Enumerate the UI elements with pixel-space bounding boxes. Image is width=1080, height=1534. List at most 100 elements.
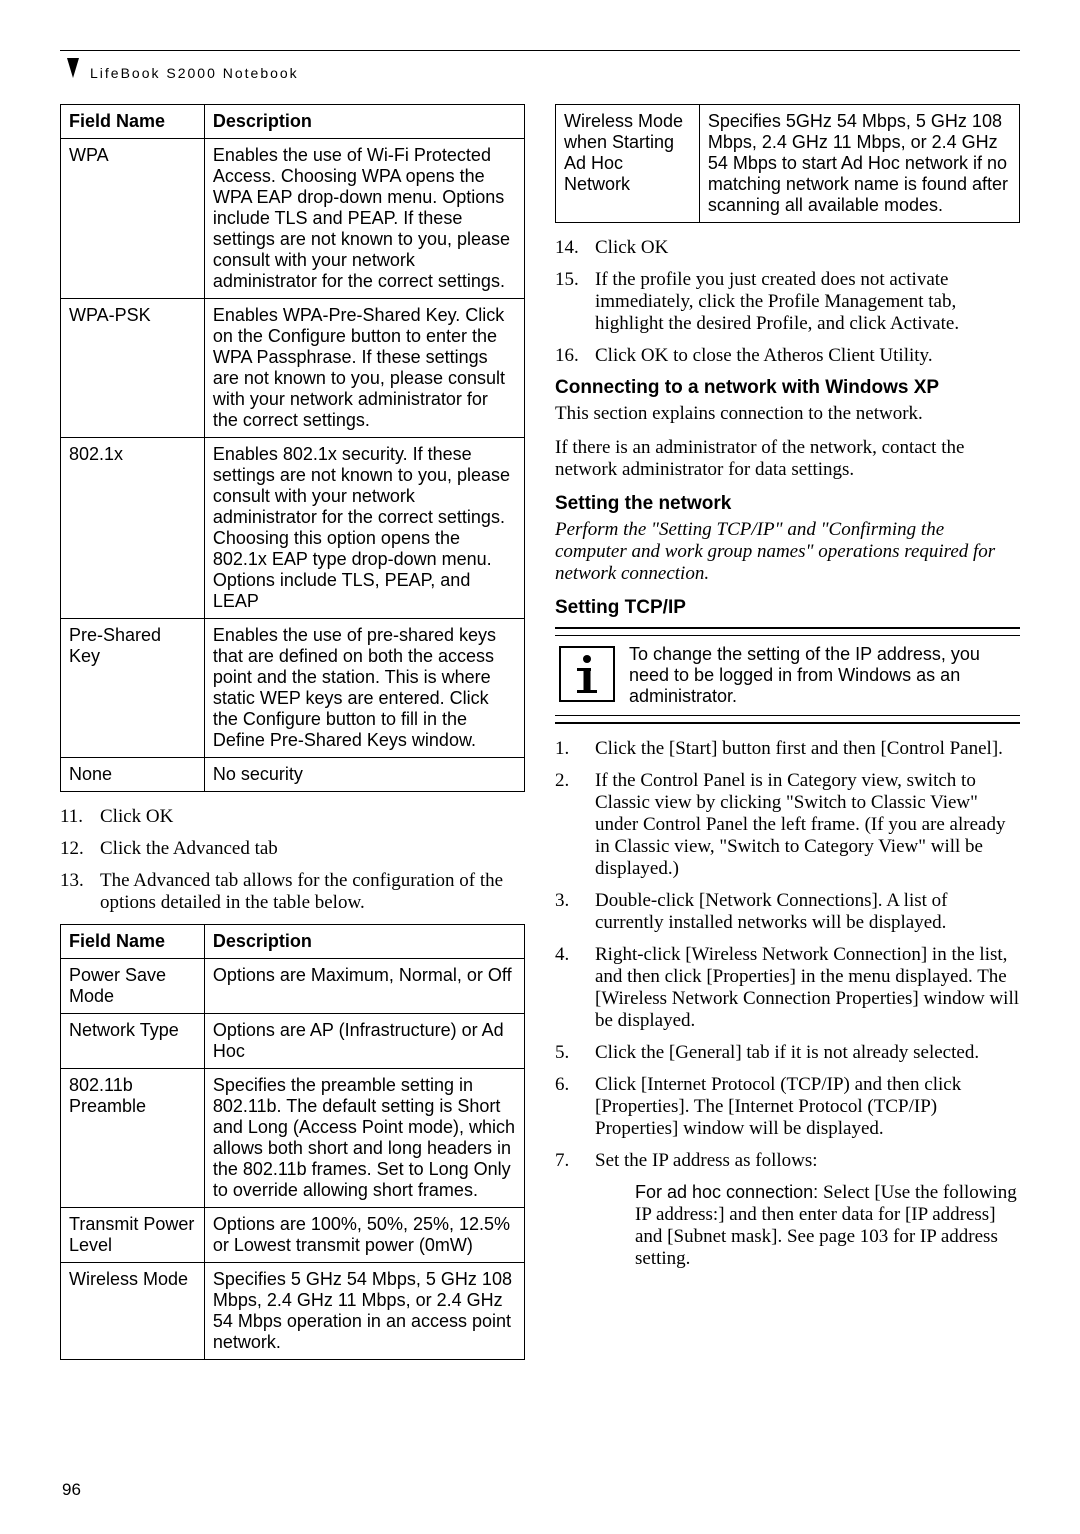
field-name-cell: Transmit Power Level: [61, 1208, 205, 1263]
step-text: Right-click [Wireless Network Connection…: [595, 944, 1020, 1032]
steps-left: 11.Click OK 12.Click the Advanced tab 13…: [60, 806, 525, 914]
list-item: 16.Click OK to close the Atheros Client …: [555, 345, 1020, 367]
description-cell: Options are Maximum, Normal, or Off: [204, 959, 524, 1014]
step-number: 14.: [555, 237, 595, 259]
table-row: 802.11b Preamble Specifies the preamble …: [61, 1069, 525, 1208]
list-item: 4.Right-click [Wireless Network Connecti…: [555, 944, 1020, 1032]
step-text: Set the IP address as follows:: [595, 1150, 1020, 1172]
table-header: Field Name: [61, 925, 205, 959]
advanced-options-table: Field Name Description Power Save Mode O…: [60, 924, 525, 1360]
step-number: 7.: [555, 1150, 595, 1172]
step-text: If the Control Panel is in Category view…: [595, 770, 1020, 880]
field-name-cell: WPA: [61, 139, 205, 299]
step-number: 1.: [555, 738, 595, 760]
step-number: 5.: [555, 1042, 595, 1064]
paragraph: If there is an administrator of the netw…: [555, 437, 1020, 481]
step-number: 2.: [555, 770, 595, 880]
heading-setting-network: Setting the network: [555, 493, 1020, 515]
table-row: None No security: [61, 758, 525, 792]
heading-setting-tcpip: Setting TCP/IP: [555, 597, 1020, 619]
running-head: LifeBook S2000 Notebook: [90, 65, 299, 81]
description-cell: Enables the use of pre-shared keys that …: [204, 619, 524, 758]
list-item: 6.Click [Internet Protocol (TCP/IP) and …: [555, 1074, 1020, 1140]
info-icon: [559, 646, 615, 702]
description-cell: Enables WPA-Pre-Shared Key. Click on the…: [204, 299, 524, 438]
step-number: 3.: [555, 890, 595, 934]
field-name-cell: Power Save Mode: [61, 959, 205, 1014]
list-item: 15.If the profile you just created does …: [555, 269, 1020, 335]
content-columns: Field Name Description WPA Enables the u…: [60, 104, 1020, 1484]
note-text: To change the setting of the IP address,…: [629, 644, 1016, 707]
header-arrow-icon: [67, 58, 79, 78]
step-text: The Advanced tab allows for the configur…: [100, 870, 525, 914]
list-item: 12.Click the Advanced tab: [60, 838, 525, 860]
description-cell: Specifies 5 GHz 54 Mbps, 5 GHz 108 Mbps,…: [204, 1263, 524, 1360]
field-name-cell: Wireless Mode when Starting Ad Hoc Netwo…: [556, 105, 700, 223]
step-text: Double-click [Network Connections]. A li…: [595, 890, 1020, 934]
description-cell: Specifies the preamble setting in 802.11…: [204, 1069, 524, 1208]
list-item: 1.Click the [Start] button first and the…: [555, 738, 1020, 760]
note-box: To change the setting of the IP address,…: [555, 627, 1020, 724]
step-text: Click OK to close the Atheros Client Uti…: [595, 345, 1020, 367]
list-item: 2.If the Control Panel is in Category vi…: [555, 770, 1020, 880]
list-item: 3.Double-click [Network Connections]. A …: [555, 890, 1020, 934]
description-cell: Options are AP (Infrastructure) or Ad Ho…: [204, 1014, 524, 1069]
step-text: Click [Internet Protocol (TCP/IP) and th…: [595, 1074, 1020, 1140]
step-number: 11.: [60, 806, 100, 828]
paragraph: This section explains connection to the …: [555, 403, 1020, 425]
steps-right-2: 1.Click the [Start] button first and the…: [555, 738, 1020, 1172]
description-cell: Enables 802.1x security. If these settin…: [204, 438, 524, 619]
table-header: Field Name: [61, 105, 205, 139]
advanced-options-table-cont: Wireless Mode when Starting Ad Hoc Netwo…: [555, 104, 1020, 223]
step-number: 16.: [555, 345, 595, 367]
field-name-cell: Wireless Mode: [61, 1263, 205, 1360]
description-cell: Specifies 5GHz 54 Mbps, 5 GHz 108 Mbps, …: [699, 105, 1019, 223]
step-text: Click the [General] tab if it is not alr…: [595, 1042, 1020, 1064]
paragraph-italic: Perform the "Setting TCP/IP" and "Confir…: [555, 519, 1020, 585]
sub-step-adhoc: For ad hoc connection: Select [Use the f…: [635, 1182, 1020, 1270]
step-number: 15.: [555, 269, 595, 335]
step-number: 4.: [555, 944, 595, 1032]
field-name-cell: None: [61, 758, 205, 792]
step-text: Click OK: [100, 806, 525, 828]
step-number: 13.: [60, 870, 100, 914]
field-name-cell: 802.1x: [61, 438, 205, 619]
list-item: 7.Set the IP address as follows:: [555, 1150, 1020, 1172]
table-row: 802.1x Enables 802.1x security. If these…: [61, 438, 525, 619]
step-text: If the profile you just created does not…: [595, 269, 1020, 335]
table-header: Description: [204, 925, 524, 959]
step-number: 12.: [60, 838, 100, 860]
table-row: WPA Enables the use of Wi-Fi Protected A…: [61, 139, 525, 299]
list-item: 11.Click OK: [60, 806, 525, 828]
field-name-cell: 802.11b Preamble: [61, 1069, 205, 1208]
field-name-cell: Network Type: [61, 1014, 205, 1069]
field-name-cell: Pre-Shared Key: [61, 619, 205, 758]
right-column: Wireless Mode when Starting Ad Hoc Netwo…: [555, 104, 1020, 1484]
step-text: Click the Advanced tab: [100, 838, 525, 860]
table-row: Network Type Options are AP (Infrastruct…: [61, 1014, 525, 1069]
list-item: 13.The Advanced tab allows for the confi…: [60, 870, 525, 914]
heading-connecting: Connecting to a network with Windows XP: [555, 377, 1020, 399]
security-options-table: Field Name Description WPA Enables the u…: [60, 104, 525, 792]
list-item: 14.Click OK: [555, 237, 1020, 259]
description-cell: Options are 100%, 50%, 25%, 12.5% or Low…: [204, 1208, 524, 1263]
step-text: Click OK: [595, 237, 1020, 259]
table-row: WPA-PSK Enables WPA-Pre-Shared Key. Clic…: [61, 299, 525, 438]
field-name-cell: WPA-PSK: [61, 299, 205, 438]
step-text: Click the [Start] button first and then …: [595, 738, 1020, 760]
table-row: Pre-Shared Key Enables the use of pre-sh…: [61, 619, 525, 758]
list-item: 5.Click the [General] tab if it is not a…: [555, 1042, 1020, 1064]
page-number: 96: [62, 1480, 81, 1500]
table-header: Description: [204, 105, 524, 139]
description-cell: No security: [204, 758, 524, 792]
table-row: Power Save Mode Options are Maximum, Nor…: [61, 959, 525, 1014]
left-column: Field Name Description WPA Enables the u…: [60, 104, 525, 1484]
note-inner: To change the setting of the IP address,…: [555, 635, 1020, 716]
step-number: 6.: [555, 1074, 595, 1140]
sub-label: For ad hoc connection:: [635, 1182, 818, 1202]
italic-text: Perform the "Setting TCP/IP" and "Confir…: [555, 519, 995, 584]
table-row: Transmit Power Level Options are 100%, 5…: [61, 1208, 525, 1263]
steps-right-1: 14.Click OK 15.If the profile you just c…: [555, 237, 1020, 367]
description-cell: Enables the use of Wi-Fi Protected Acces…: [204, 139, 524, 299]
table-row: Wireless Mode Specifies 5 GHz 54 Mbps, 5…: [61, 1263, 525, 1360]
